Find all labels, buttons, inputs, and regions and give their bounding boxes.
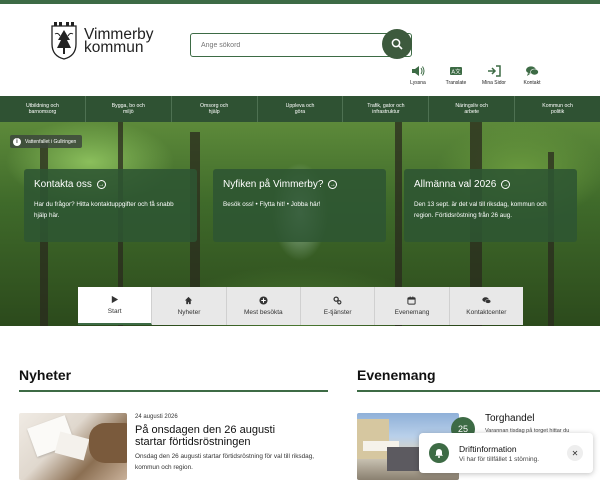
search-button[interactable] bbox=[382, 29, 412, 59]
nav-label: barnomsorg bbox=[28, 109, 57, 115]
logo-text: Vimmerby kommun bbox=[84, 27, 153, 56]
site-header: Vimmerby kommun Lyssna A文 Translate Mina… bbox=[0, 4, 600, 96]
news-description: Onsdag den 26 augusti startar förtidsrös… bbox=[135, 453, 315, 471]
tool-label: Mina Sidor bbox=[482, 80, 506, 86]
tool-label: Lyssna bbox=[410, 80, 426, 86]
main-nav: Utbildning och barnomsorg Bygga, bo och mi… bbox=[0, 96, 600, 122]
search-box bbox=[190, 29, 412, 59]
bell-icon bbox=[429, 443, 449, 463]
tab-label: E-tjänster bbox=[323, 309, 352, 316]
card-text: Har du frågor? Hitta kontaktuppgifter oc… bbox=[34, 201, 174, 219]
coat-of-arms-icon bbox=[51, 22, 77, 60]
chat-icon bbox=[482, 297, 491, 304]
events-divider bbox=[357, 390, 600, 392]
card-text: Besök oss! • Flytta hit! • Jobba här! bbox=[223, 201, 321, 208]
events-heading: Evenemang bbox=[357, 367, 436, 383]
gears-icon bbox=[333, 296, 342, 305]
event-title[interactable]: Torghandel bbox=[485, 413, 534, 424]
arrow-right-icon: → bbox=[328, 180, 338, 189]
plus-circle-icon bbox=[259, 296, 268, 305]
calendar-icon bbox=[407, 296, 417, 305]
tool-label: Translate bbox=[445, 80, 467, 86]
home-icon bbox=[185, 296, 193, 305]
header-tools: Lyssna A文 Translate Mina Sidor Kontakt bbox=[406, 65, 544, 86]
logo-line2: kommun bbox=[84, 39, 144, 56]
card-title: Kontakta oss bbox=[34, 179, 92, 190]
card-nyfiken[interactable]: Nyfiken på Vimmerby? → Besök oss! • Flytt… bbox=[213, 169, 386, 242]
translate-icon: A文 bbox=[450, 67, 462, 76]
speaker-icon bbox=[412, 66, 425, 76]
chat-icon bbox=[526, 66, 539, 76]
tool-listen[interactable]: Lyssna bbox=[406, 65, 430, 86]
tab-label: Start bbox=[107, 308, 122, 315]
tab-e-tjanster[interactable]: E-tjänster bbox=[300, 287, 376, 325]
nav-item-naringsliv[interactable]: Näringsliv och arbete bbox=[429, 96, 516, 122]
driftinformation-popup[interactable]: Driftinformation Vi har för tillfället 1… bbox=[419, 433, 593, 473]
image-caption-text: Vattenfallet i Gullringen bbox=[25, 138, 77, 145]
search-icon bbox=[391, 38, 403, 50]
nav-item-trafik[interactable]: Trafik, gator och infrastruktur bbox=[343, 96, 430, 122]
tab-label: Nyheter bbox=[177, 309, 201, 316]
info-icon: i bbox=[13, 137, 21, 146]
play-icon bbox=[111, 295, 119, 304]
search-input[interactable] bbox=[191, 35, 381, 56]
nav-item-bygga[interactable]: Bygga, bo och miljö bbox=[86, 96, 172, 122]
tab-label: Mest besökta bbox=[243, 309, 283, 316]
arrow-right-icon: → bbox=[501, 180, 511, 189]
nav-label: politik bbox=[550, 109, 565, 115]
tab-nyheter[interactable]: Nyheter bbox=[152, 287, 227, 325]
nav-label: arbete bbox=[464, 109, 480, 115]
nav-label: infrastruktur bbox=[372, 109, 400, 115]
tab-start[interactable]: Start bbox=[78, 287, 153, 325]
tab-label: Evenemang bbox=[394, 309, 430, 316]
content-tabs: Start Nyheter Mest besökta E-tjänster Ev… bbox=[78, 287, 523, 325]
tab-mest-besokta[interactable]: Mest besökta bbox=[226, 287, 301, 325]
close-icon[interactable]: ✕ bbox=[567, 445, 583, 461]
login-icon bbox=[488, 65, 501, 77]
card-allmanna-val[interactable]: Allmänna val 2026 → Den 13 sept. är det v… bbox=[404, 169, 577, 242]
image-hand bbox=[89, 423, 127, 463]
tool-label: Kontakt bbox=[523, 80, 541, 86]
popup-text: Vi har för tillfället 1 störning. bbox=[459, 455, 540, 463]
nav-label: miljö bbox=[122, 109, 134, 115]
nav-label: göra bbox=[294, 109, 306, 115]
card-text: Den 13 sept. är det val till riksdag, ko… bbox=[414, 201, 547, 219]
nav-item-utbildning[interactable]: Utbildning och barnomsorg bbox=[0, 96, 86, 122]
image-paper bbox=[54, 431, 90, 461]
card-kontakta-oss[interactable]: Kontakta oss → Har du frågor? Hitta konta… bbox=[24, 169, 197, 242]
image-building bbox=[357, 419, 389, 459]
tool-translate[interactable]: A文 Translate bbox=[444, 65, 468, 86]
nav-item-omsorg[interactable]: Omsorg och hjälp bbox=[172, 96, 258, 122]
tool-contact[interactable]: Kontakt bbox=[520, 65, 544, 86]
news-title[interactable]: På onsdagen den 26 augusti startar förti… bbox=[135, 424, 305, 448]
nav-item-uppleva[interactable]: Uppleva och göra bbox=[258, 96, 344, 122]
news-date: 24 augusti 2026 bbox=[135, 414, 178, 420]
tab-evenemang[interactable]: Evenemang bbox=[375, 287, 450, 325]
tab-label: Kontaktcenter bbox=[466, 309, 507, 316]
tab-kontaktcenter[interactable]: Kontaktcenter bbox=[449, 287, 523, 325]
svg-text:A文: A文 bbox=[451, 68, 461, 76]
card-title: Nyfiken på Vimmerby? bbox=[223, 179, 324, 190]
nav-label: hjälp bbox=[208, 109, 220, 115]
image-caption-badge[interactable]: i Vattenfallet i Gullringen bbox=[10, 135, 83, 148]
popup-title: Driftinformation bbox=[459, 443, 517, 454]
news-image[interactable] bbox=[19, 413, 127, 480]
arrow-right-icon: → bbox=[96, 180, 106, 189]
card-title: Allmänna val 2026 bbox=[414, 179, 497, 190]
news-divider bbox=[19, 390, 328, 392]
nav-item-kommun[interactable]: Kommun och politik bbox=[515, 96, 600, 122]
tool-my-pages[interactable]: Mina Sidor bbox=[482, 65, 506, 86]
news-heading: Nyheter bbox=[19, 367, 72, 383]
site-logo[interactable]: Vimmerby kommun bbox=[50, 22, 153, 60]
